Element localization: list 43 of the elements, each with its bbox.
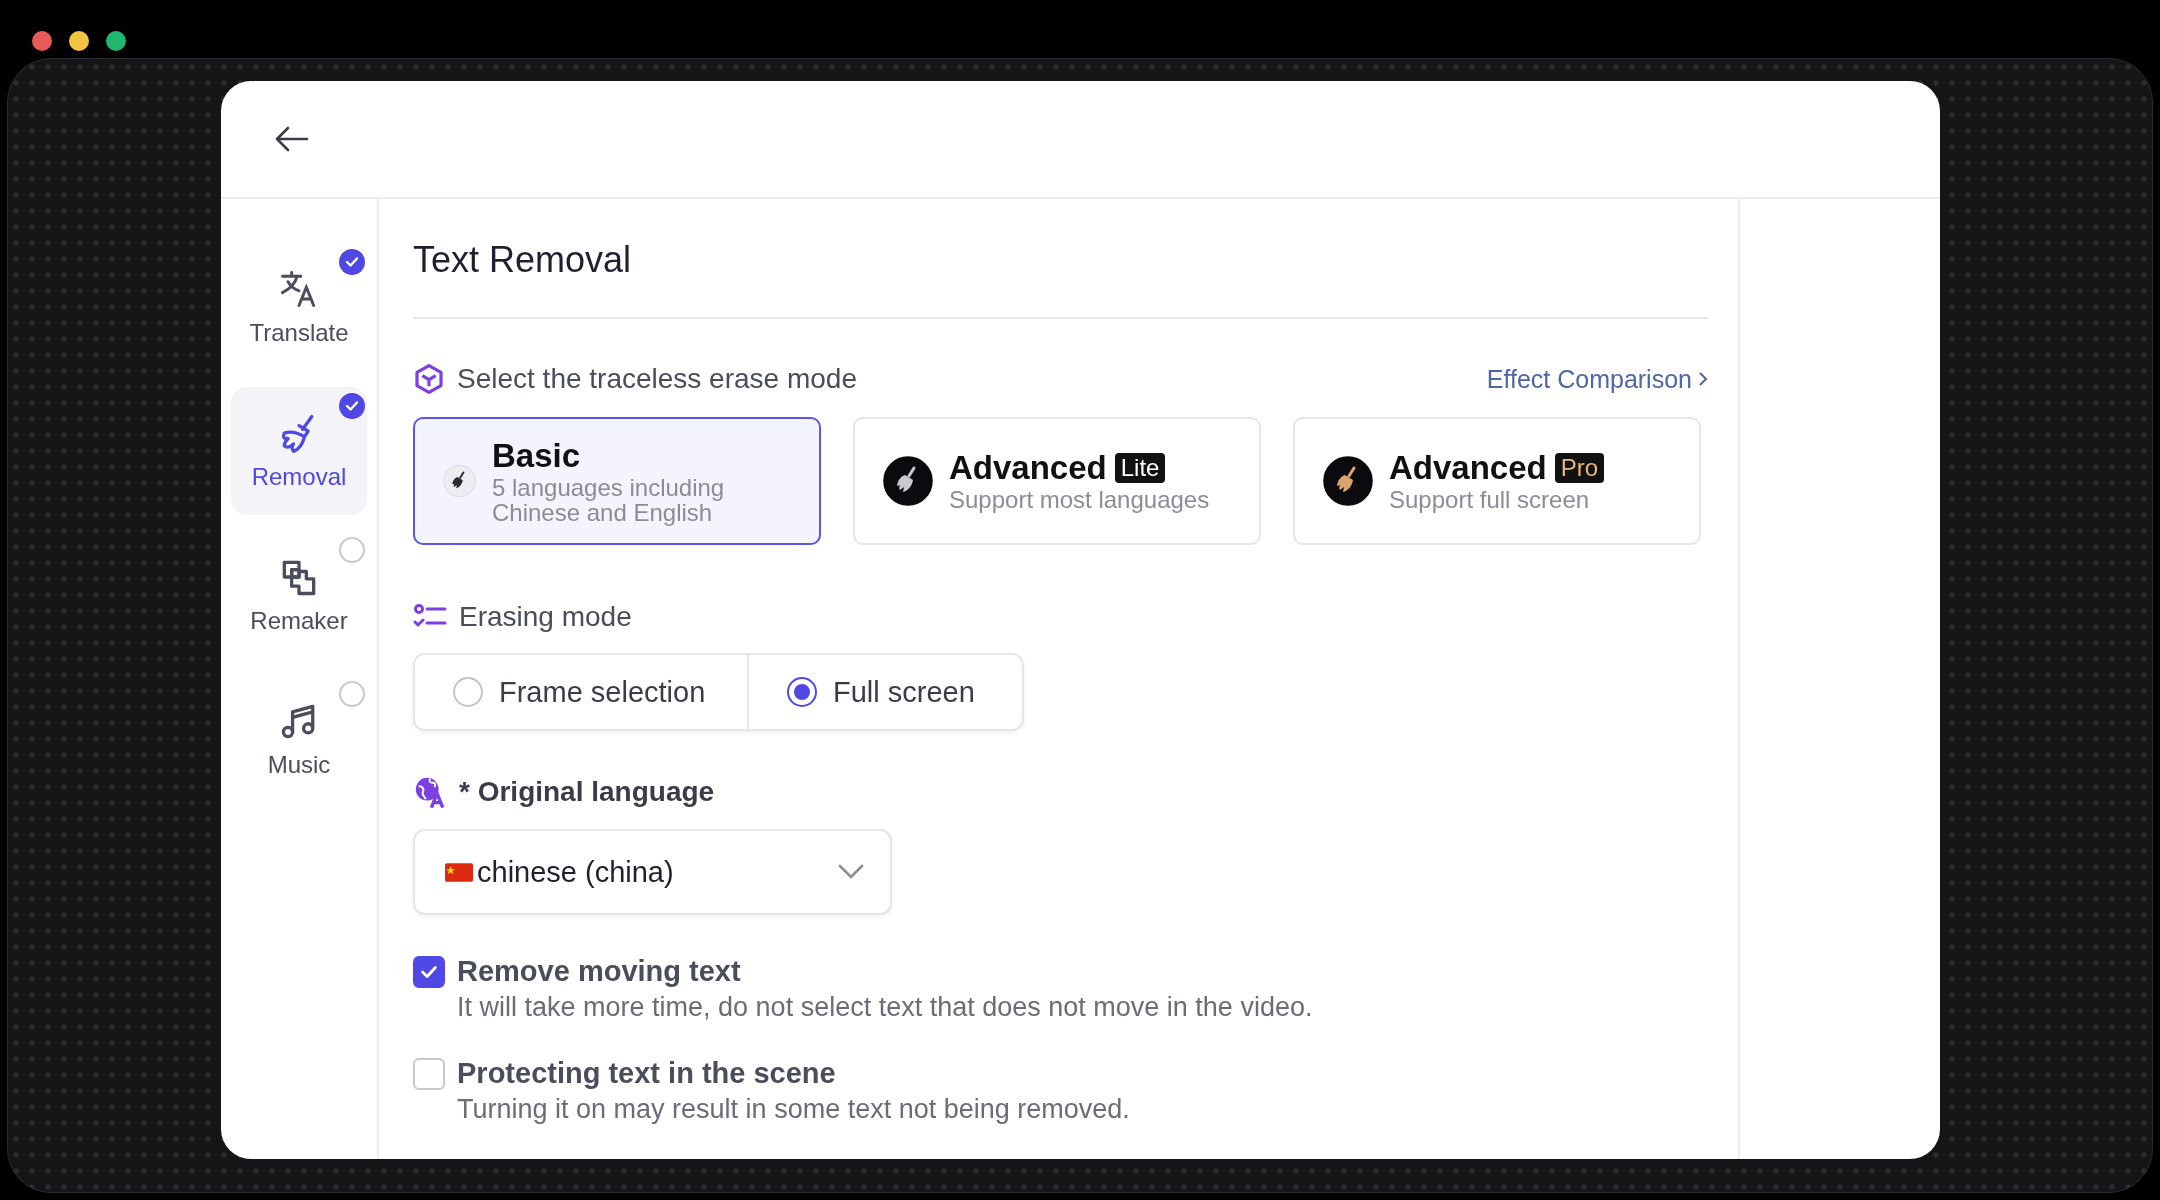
section-heading: Select the traceless erase mode — [457, 363, 858, 395]
checkbox[interactable] — [413, 955, 445, 988]
checkbox-label: Remove moving text — [457, 955, 742, 988]
mode-option-card[interactable]: Basic 5 languages including Chinese and English — [413, 417, 821, 545]
page-title: Text Removal — [413, 239, 1708, 319]
section-heading: * Original language — [459, 776, 716, 808]
flag-icon — [445, 862, 473, 882]
option-title: Advanced — [1389, 449, 1547, 488]
broom-icon — [883, 456, 933, 506]
language-dropdown[interactable]: chinese (china) — [413, 829, 892, 915]
radio-button[interactable] — [787, 677, 817, 707]
back-arrow-icon — [275, 126, 309, 152]
globe-letter-icon — [413, 775, 447, 809]
radio-option[interactable]: Full screen — [749, 655, 975, 729]
sidebar-item[interactable]: Music — [231, 675, 367, 803]
radio-button[interactable] — [453, 677, 483, 707]
window-control[interactable] — [32, 31, 52, 51]
option-description: 5 languages including Chinese and English — [492, 474, 726, 526]
tier-badge: Lite — [1114, 453, 1166, 484]
option-description: Support most languages — [949, 487, 1210, 513]
effect-comparison-link[interactable]: Effect Comparison — [1486, 364, 1708, 394]
chevron-down-icon — [838, 864, 864, 880]
window-control[interactable] — [106, 31, 126, 51]
sidebar-item[interactable]: Remaker — [231, 531, 367, 659]
cube-icon — [413, 363, 445, 395]
option-hint: It will take more time, do not select text that does not move in the video. — [457, 992, 1314, 1023]
window-control[interactable] — [69, 31, 89, 51]
chevron-right-icon — [1698, 371, 1708, 387]
option-title: Basic — [492, 436, 581, 475]
radio-option[interactable]: Frame selection — [415, 655, 749, 729]
sidebar-item[interactable]: Translate — [231, 243, 367, 371]
sidebar-item[interactable]: Removal — [231, 387, 367, 515]
mode-option-card[interactable]: Advanced Lite Support most languages — [853, 417, 1261, 545]
option-hint: Turning it on may result in some text not being removed. — [457, 1094, 1131, 1125]
radio-label: Full screen — [833, 675, 975, 709]
checkbox-label: Protecting text in the scene — [457, 1057, 837, 1090]
mode-option-card[interactable]: Advanced Pro Support full screen — [1293, 417, 1701, 545]
radio-label: Frame selection — [499, 675, 706, 709]
broom-icon — [1323, 456, 1373, 506]
section-heading: Erasing mode — [459, 601, 633, 633]
option-description: Support full screen — [1389, 487, 1591, 513]
option-title: Advanced — [949, 449, 1107, 488]
tier-badge: Pro — [1554, 453, 1605, 484]
